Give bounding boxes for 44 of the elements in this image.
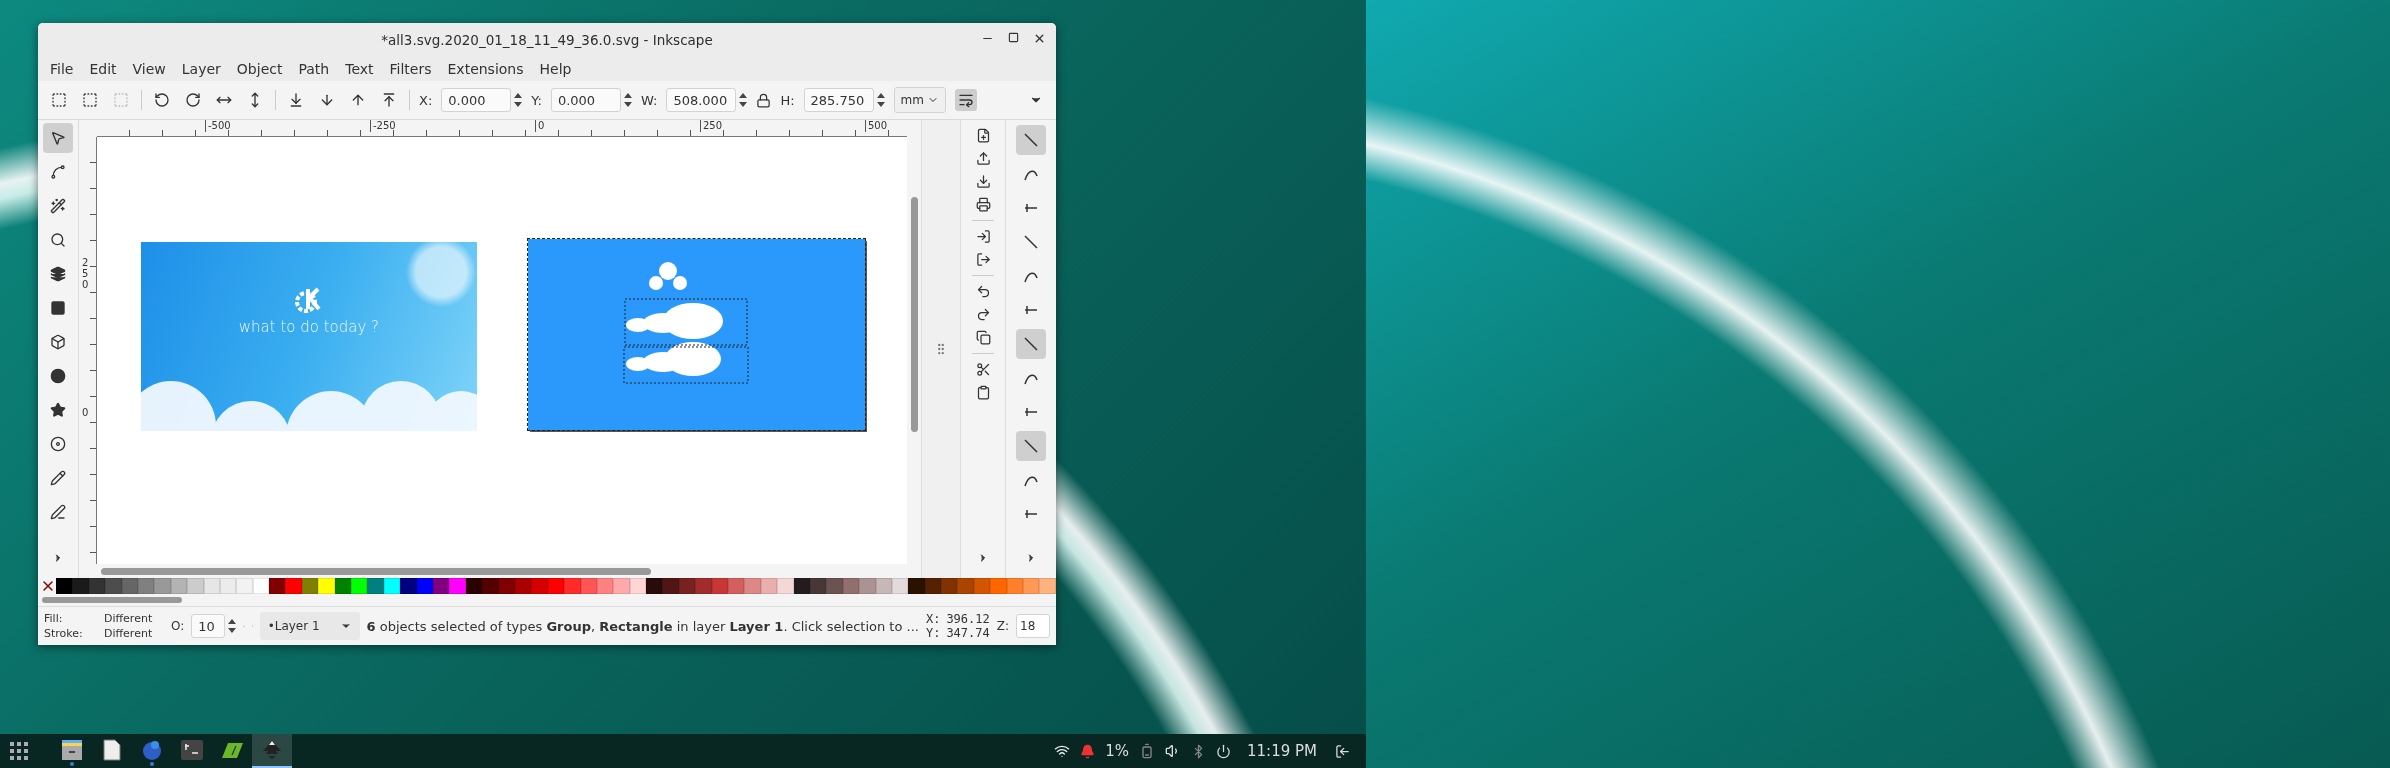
y-coordinate: 347.74	[946, 626, 990, 640]
menu-item[interactable]: Text	[337, 61, 382, 77]
ruler-label: 0	[81, 407, 89, 418]
field-label: Y:	[531, 92, 542, 108]
ruler-label: 500	[864, 120, 888, 132]
stroke-value[interactable]: Different	[104, 627, 164, 640]
number-field[interactable]: 508.000	[666, 88, 737, 112]
fill-value[interactable]: Different	[104, 612, 164, 625]
ruler-label: 0	[534, 120, 545, 132]
opacity-field[interactable]: 10	[191, 614, 226, 638]
menu-item[interactable]: Edit	[81, 61, 125, 77]
window-title: *all3.svg.2020_01_18_11_49_36.0.svg - Inkscape	[381, 32, 713, 48]
status-message: 6 objects selected of types Group, Rectangle in layer Layer 1. Click selection to ...	[366, 618, 919, 634]
field-label: W:	[640, 92, 658, 108]
fill-label: Fill:	[44, 612, 64, 625]
battery-percent: 1%	[1105, 742, 1129, 760]
image-caption: what to do today ?	[238, 318, 380, 336]
zoom-field[interactable]: 18	[1016, 614, 1050, 638]
field-label: X:	[419, 92, 433, 108]
menu-item[interactable]: Help	[531, 61, 580, 77]
y-label: Y:	[925, 626, 941, 640]
menu-item[interactable]: Path	[290, 61, 338, 77]
menu-item[interactable]: Filters	[381, 61, 440, 77]
menu-item[interactable]: Extensions	[439, 61, 532, 77]
x-coordinate: 396.12	[946, 612, 990, 626]
field-label: H:	[780, 92, 795, 108]
ruler-label: 250	[81, 257, 89, 290]
menu-item[interactable]: File	[42, 61, 82, 77]
ruler-label: -250	[369, 120, 396, 132]
menu-item[interactable]: Layer	[173, 61, 229, 77]
ruler-label: 250	[699, 120, 723, 132]
menu-item[interactable]: Object	[228, 61, 291, 77]
menu-item[interactable]: View	[124, 61, 174, 77]
zoom-label: Z:	[996, 619, 1009, 633]
unit-dropdown[interactable]: mm	[893, 87, 946, 113]
number-field[interactable]: 0.000	[441, 88, 512, 112]
number-field[interactable]: 285.750	[803, 88, 874, 112]
ruler-label: -500	[204, 120, 231, 132]
layer-dropdown[interactable]: •Layer 1	[259, 612, 360, 640]
x-label: X:	[925, 612, 941, 626]
number-field[interactable]: 0.000	[550, 88, 621, 112]
opacity-label: O:	[171, 619, 185, 633]
stroke-label: Stroke:	[44, 627, 84, 640]
clock[interactable]: 11:19 PM	[1247, 742, 1317, 760]
